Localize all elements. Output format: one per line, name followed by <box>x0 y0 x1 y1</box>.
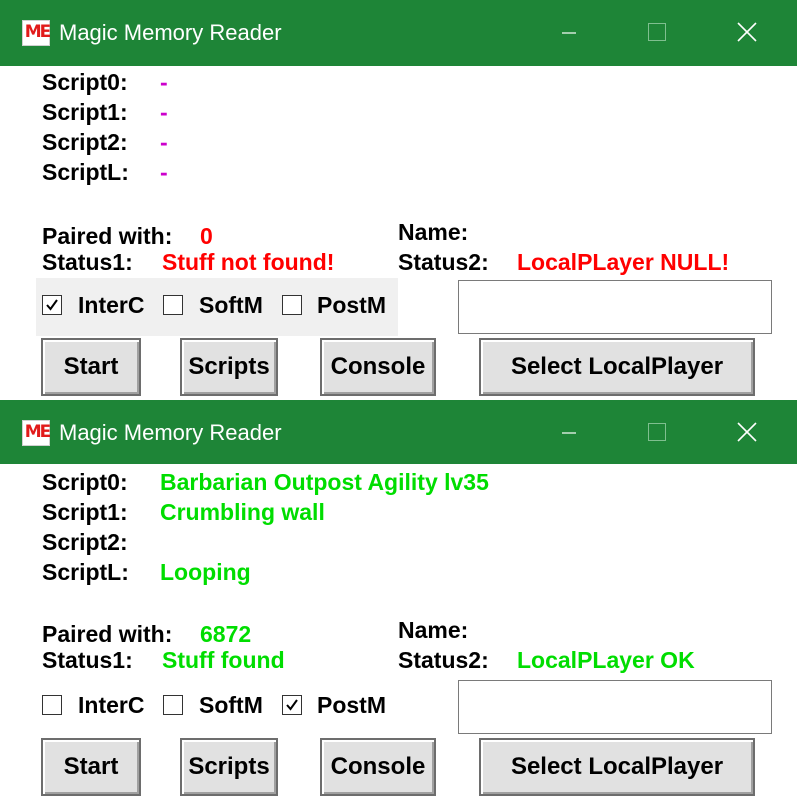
status2-label: Status2: <box>398 647 489 673</box>
interc-checkbox[interactable] <box>42 295 62 315</box>
start-button[interactable]: Start <box>41 338 141 396</box>
maximize-icon <box>648 423 666 441</box>
main-panel: Script0: - Script1: - Script2: - ScriptL… <box>0 66 797 400</box>
maximize-button[interactable] <box>632 14 678 52</box>
console-button[interactable]: Console <box>320 738 436 796</box>
name-label: Name: <box>398 617 469 643</box>
localplayer-input[interactable] <box>458 280 772 334</box>
softm-checkbox[interactable] <box>163 295 183 315</box>
close-button[interactable] <box>724 414 770 452</box>
window-title: Magic Memory Reader <box>59 420 282 445</box>
paired-with-label: Paired with: <box>42 223 173 249</box>
start-button[interactable]: Start <box>41 738 141 796</box>
postm-checkbox[interactable] <box>282 295 302 315</box>
script1-value: Crumbling wall <box>160 499 325 525</box>
localplayer-input[interactable] <box>458 680 772 734</box>
postm-label[interactable]: PostM <box>317 291 386 319</box>
script1-label: Script1: <box>42 499 128 525</box>
paired-with-value: 0 <box>200 223 213 249</box>
script0-value: Barbarian Outpost Agility lv35 <box>160 469 489 495</box>
title-bar[interactable]: ME Magic Memory Reader <box>0 400 797 464</box>
close-icon <box>737 22 757 42</box>
app-window: ME Magic Memory Reader Script0: - Script… <box>0 0 797 400</box>
checkmark-icon <box>286 699 298 711</box>
script0-label: Script0: <box>42 469 128 495</box>
scriptl-label: ScriptL: <box>42 559 129 585</box>
softm-label[interactable]: SoftM <box>199 691 263 719</box>
script2-label: Script2: <box>42 129 128 155</box>
softm-label[interactable]: SoftM <box>199 291 263 319</box>
checkmark-icon <box>46 299 58 311</box>
interc-label[interactable]: InterC <box>78 691 144 719</box>
scripts-button[interactable]: Scripts <box>180 338 278 396</box>
minimize-icon <box>562 32 576 34</box>
minimize-icon <box>562 432 576 434</box>
window-title: Magic Memory Reader <box>59 20 282 45</box>
script2-label: Script2: <box>42 529 128 555</box>
script1-label: Script1: <box>42 99 128 125</box>
status1-value: Stuff found <box>162 647 285 673</box>
script0-label: Script0: <box>42 69 128 95</box>
script1-value: - <box>160 99 168 125</box>
postm-checkbox[interactable] <box>282 695 302 715</box>
maximize-icon <box>648 23 666 41</box>
interc-checkbox[interactable] <box>42 695 62 715</box>
select-localplayer-button[interactable]: Select LocalPlayer <box>479 738 755 796</box>
status2-value: LocalPLayer NULL! <box>517 249 730 275</box>
app-logo-icon: ME <box>22 20 51 46</box>
paired-with-label: Paired with: <box>42 621 173 647</box>
softm-checkbox[interactable] <box>163 695 183 715</box>
status2-value: LocalPLayer OK <box>517 647 695 673</box>
status2-label: Status2: <box>398 249 489 275</box>
close-button[interactable] <box>724 14 770 52</box>
close-icon <box>737 422 757 442</box>
scriptl-label: ScriptL: <box>42 159 129 185</box>
title-bar[interactable]: ME Magic Memory Reader <box>0 0 797 66</box>
name-label: Name: <box>398 219 469 245</box>
console-button[interactable]: Console <box>320 338 436 396</box>
app-window: ME Magic Memory Reader Script0: Barbaria… <box>0 400 797 800</box>
minimize-button[interactable] <box>546 14 592 52</box>
status1-label: Status1: <box>42 249 133 275</box>
maximize-button[interactable] <box>632 414 678 452</box>
interc-label[interactable]: InterC <box>78 291 144 319</box>
postm-label[interactable]: PostM <box>317 691 386 719</box>
script2-value: - <box>160 129 168 155</box>
minimize-button[interactable] <box>546 414 592 452</box>
app-logo-icon: ME <box>22 420 51 446</box>
main-panel: Script0: Barbarian Outpost Agility lv35 … <box>0 464 797 798</box>
select-localplayer-button[interactable]: Select LocalPlayer <box>479 338 755 396</box>
status1-value: Stuff not found! <box>162 249 335 275</box>
scripts-button[interactable]: Scripts <box>180 738 278 796</box>
status1-label: Status1: <box>42 647 133 673</box>
paired-with-value: 6872 <box>200 621 252 647</box>
scriptl-value: Looping <box>160 559 251 585</box>
scriptl-value: - <box>160 159 168 185</box>
script0-value: - <box>160 69 168 95</box>
